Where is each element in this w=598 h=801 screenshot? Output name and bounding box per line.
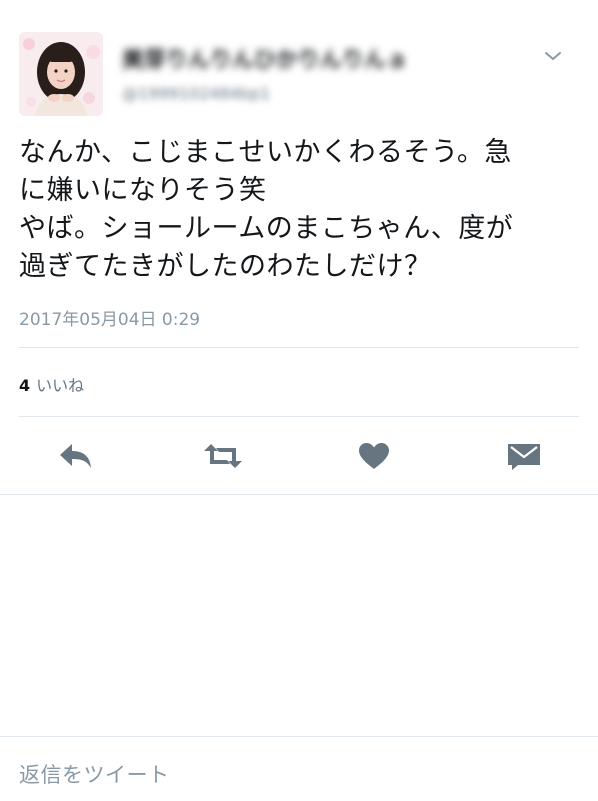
tweet-text-line: に嫌いになりそう笑 — [19, 175, 267, 206]
tweet-text-line: 過ぎてたきがしたのわたしだけ？ — [19, 251, 432, 282]
tweet-text-line: やば。ショールームのまこちゃん、度が — [19, 213, 514, 244]
chevron-down-icon — [545, 52, 561, 60]
like-button[interactable] — [352, 436, 396, 476]
reply-icon — [60, 444, 91, 468]
tweet-text-line: なんか、こじまこせいかくわるそう。急 — [19, 137, 512, 168]
heart-icon — [359, 443, 389, 469]
author-handle[interactable]: @1999102484bp1 — [122, 84, 270, 103]
retweet-button[interactable] — [201, 436, 245, 476]
likes-stat[interactable]: 4 いいね — [19, 372, 84, 396]
author-name[interactable]: 美芽りんりんひかりんりんａ — [122, 42, 408, 74]
avatar-image — [19, 32, 103, 116]
divider — [19, 416, 579, 417]
retweet-icon — [204, 444, 242, 468]
reply-bar: 返信をツイート — [0, 736, 598, 801]
tweet-menu-button[interactable] — [538, 44, 568, 68]
reply-button[interactable] — [53, 436, 97, 476]
likes-count: 4 — [19, 376, 31, 395]
divider — [19, 347, 579, 348]
direct-message-button[interactable] — [502, 436, 546, 476]
tweet-timestamp[interactable]: 2017年05月04日 0:29 — [19, 305, 200, 330]
avatar[interactable] — [19, 32, 103, 116]
direct-message-icon — [508, 444, 540, 470]
reply-input[interactable]: 返信をツイート — [19, 759, 170, 789]
tweet-text: なんか、こじまこせいかくわるそう。急 に嫌いになりそう笑 やば。ショールームのま… — [19, 134, 584, 286]
likes-label: いいね — [36, 376, 85, 395]
tweet-card: 美芽りんりんひかりんりんａ @1999102484bp1 なんか、こじまこせいか… — [0, 0, 598, 495]
